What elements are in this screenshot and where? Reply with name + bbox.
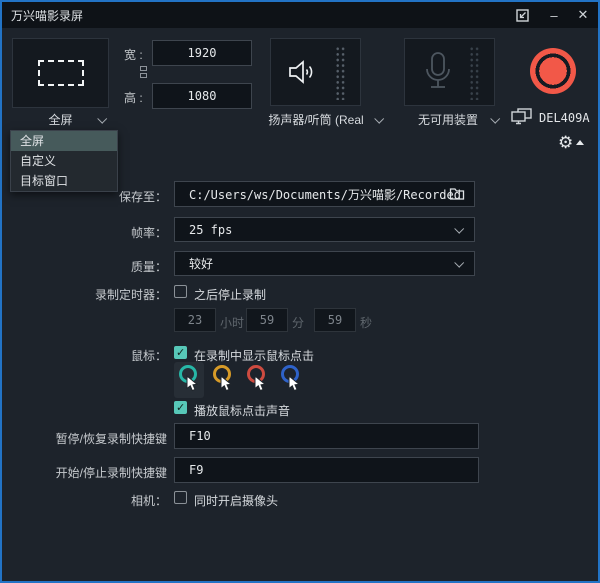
seconds-unit: 秒 [360, 314, 372, 331]
height-input[interactable] [152, 83, 252, 109]
cursor-icon [220, 375, 233, 395]
seconds-input[interactable] [314, 308, 356, 332]
width-label: 宽 : [124, 46, 143, 63]
frame-rate-select[interactable]: 25 fps [174, 217, 475, 242]
show-mouse-clicks-checkbox[interactable] [174, 346, 187, 359]
timer-label: 录制定时器： [7, 286, 167, 303]
hours-input[interactable] [174, 308, 216, 332]
chevron-down-icon [374, 113, 384, 123]
capture-mode-value: 全屏 [48, 111, 72, 128]
save-path-field[interactable]: C:/Users/ws/Documents/万兴喵影/Recorded [174, 181, 475, 207]
caret-up-icon [576, 140, 584, 145]
pause-hotkey-input[interactable] [174, 423, 479, 449]
monitors-icon [511, 108, 532, 128]
speaker-level-meter [335, 46, 347, 100]
menu-item-fullscreen[interactable]: 全屏 [11, 131, 117, 151]
capture-mode-select[interactable]: 全屏 [12, 110, 109, 128]
width-input[interactable] [152, 40, 252, 66]
minimize-icon: – [550, 8, 557, 23]
click-sound-label: 播放鼠标点击声音 [194, 402, 290, 419]
compact-mode-icon [516, 9, 529, 22]
mouse-label: 鼠标： [7, 347, 167, 364]
save-path-value: C:/Users/ws/Documents/万兴喵影/Recorded [189, 186, 461, 203]
minutes-unit: 分 [292, 314, 304, 331]
quality-label: 质量： [7, 258, 167, 275]
camera-label: 相机： [7, 492, 167, 509]
speaker-select[interactable]: 扬声器/听筒 (Real [254, 110, 378, 128]
close-button[interactable]: ✕ [568, 2, 598, 28]
speaker-icon [285, 56, 317, 91]
menu-item-target-window[interactable]: 目标窗口 [11, 171, 117, 191]
dashed-region-icon [38, 60, 84, 86]
camera-checkbox-label: 同时开启摄像头 [194, 492, 278, 509]
compact-mode-button[interactable] [507, 2, 537, 28]
quality-value: 较好 [189, 255, 213, 272]
stop-after-checkbox[interactable] [174, 285, 187, 298]
click-color-swatch-blue[interactable] [276, 362, 306, 398]
click-color-swatch-teal[interactable] [174, 362, 204, 398]
microphone-select[interactable]: 无可用装置 [400, 110, 496, 128]
stop-after-label: 之后停止录制 [194, 286, 266, 303]
menu-item-custom[interactable]: 自定义 [11, 151, 117, 171]
microphone-icon [423, 49, 453, 98]
cursor-icon [186, 375, 199, 395]
frame-rate-value: 25 fps [189, 223, 232, 237]
link-dimensions-icon[interactable] [140, 66, 147, 78]
gear-icon: ⚙ [558, 134, 573, 151]
display-device: DEL409A [511, 108, 590, 128]
capture-area-panel[interactable] [12, 38, 109, 108]
capture-mode-menu: 全屏 自定义 目标窗口 [10, 130, 118, 192]
camera-checkbox[interactable] [174, 491, 187, 504]
hours-unit: 小时 [220, 314, 244, 331]
microphone-device-value: 无可用装置 [418, 111, 478, 128]
minutes-input[interactable] [246, 308, 288, 332]
minimize-button[interactable]: – [539, 2, 569, 28]
quality-select[interactable]: 较好 [174, 251, 475, 276]
click-sound-checkbox[interactable] [174, 401, 187, 414]
microphone-panel[interactable] [404, 38, 495, 106]
start-hotkey-input[interactable] [174, 457, 479, 483]
click-color-swatch-orange[interactable] [208, 362, 238, 398]
record-button[interactable] [530, 48, 576, 94]
cursor-icon [288, 375, 301, 395]
microphone-level-meter [469, 46, 481, 100]
folder-icon[interactable] [449, 187, 465, 204]
chevron-down-icon [454, 258, 464, 268]
device-name: DEL409A [539, 111, 590, 125]
app-window: 万兴喵影录屏 – ✕ 全屏 全屏 自定义 目标窗口 宽 : 高 : 扬声器/听筒… [0, 0, 600, 583]
chevron-down-icon [490, 113, 500, 123]
close-icon: ✕ [578, 7, 589, 23]
speaker-device-value: 扬声器/听筒 (Real [268, 111, 363, 128]
cursor-icon [254, 375, 267, 395]
click-color-swatch-red[interactable] [242, 362, 272, 398]
pause-hotkey-label: 暂停/恢复录制快捷键 [7, 430, 167, 447]
chevron-down-icon [97, 113, 107, 123]
window-title: 万兴喵影录屏 [11, 7, 83, 24]
settings-menu-button[interactable]: ⚙ [558, 134, 584, 151]
frame-rate-label: 帧率： [7, 224, 167, 241]
chevron-down-icon [454, 224, 464, 234]
height-label: 高 : [124, 89, 143, 106]
speaker-panel[interactable] [270, 38, 361, 106]
start-hotkey-label: 开始/停止录制快捷键 [7, 464, 167, 481]
